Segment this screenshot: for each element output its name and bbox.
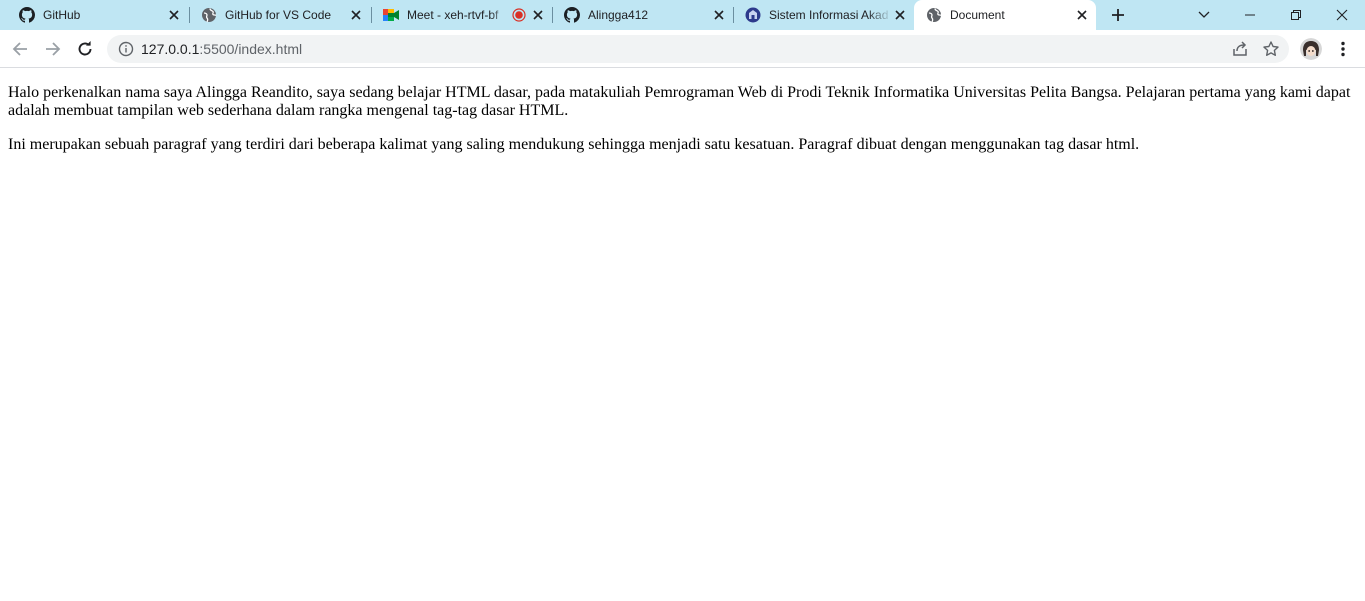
close-icon bbox=[1336, 9, 1348, 21]
profile-avatar[interactable] bbox=[1300, 38, 1322, 60]
bookmark-star-icon[interactable] bbox=[1262, 40, 1280, 58]
google-meet-icon bbox=[383, 7, 399, 23]
menu-button[interactable] bbox=[1335, 40, 1351, 58]
tab-search-button[interactable] bbox=[1181, 0, 1227, 30]
tab-strip: GitHub GitHub for VS Code Meet - xeh-rtv… bbox=[0, 0, 1365, 30]
restore-button[interactable] bbox=[1273, 0, 1319, 30]
paragraph-definition: Ini merupakan sebuah paragraf yang terdi… bbox=[8, 136, 1140, 153]
tab-sistem-informasi[interactable]: Sistem Informasi Akad bbox=[726, 0, 914, 30]
url-path: :5500/index.html bbox=[199, 41, 303, 57]
close-tab-icon[interactable] bbox=[892, 7, 908, 23]
university-logo-icon bbox=[745, 7, 761, 23]
paragraph-intro: Halo perkenalkan nama saya Alingga Reand… bbox=[8, 84, 1351, 119]
close-window-button[interactable] bbox=[1319, 0, 1365, 30]
new-tab-button[interactable] bbox=[1108, 5, 1128, 25]
globe-icon bbox=[926, 7, 942, 23]
url-host: 127.0.0.1 bbox=[141, 41, 200, 57]
tab-title: Document bbox=[950, 8, 1005, 22]
forward-button[interactable] bbox=[42, 38, 64, 60]
more-vert-icon bbox=[1341, 41, 1345, 57]
github-icon bbox=[564, 7, 580, 23]
tab-document[interactable]: Document bbox=[914, 0, 1096, 30]
reload-icon bbox=[78, 41, 92, 56]
back-button[interactable] bbox=[9, 38, 31, 60]
reload-button[interactable] bbox=[74, 38, 96, 60]
arrow-right-icon bbox=[46, 42, 61, 56]
tab-title: Sistem Informasi Akad bbox=[769, 8, 889, 22]
recording-indicator-icon bbox=[512, 8, 526, 22]
arrow-left-icon bbox=[12, 42, 27, 56]
url-text[interactable]: 127.0.0.1:5500/index.html bbox=[141, 41, 302, 57]
share-icon[interactable] bbox=[1231, 40, 1249, 58]
tab-title: GitHub bbox=[43, 8, 81, 22]
tab-title: GitHub for VS Code bbox=[225, 8, 332, 22]
browser-toolbar: 127.0.0.1:5500/index.html bbox=[0, 30, 1365, 68]
close-tab-icon[interactable] bbox=[530, 7, 546, 23]
page-viewport: Halo perkenalkan nama saya Alingga Reand… bbox=[0, 69, 1365, 601]
tab-github[interactable]: GitHub bbox=[0, 0, 188, 30]
info-icon[interactable] bbox=[118, 41, 134, 57]
avatar-icon bbox=[1300, 38, 1322, 60]
tab-title: Alingga412 bbox=[588, 8, 649, 22]
close-tab-icon[interactable] bbox=[166, 7, 182, 23]
minimize-button[interactable] bbox=[1227, 0, 1273, 30]
tab-google-meet[interactable]: Meet - xeh-rtvf-bf bbox=[364, 0, 552, 30]
tab-github-for-vscode[interactable]: GitHub for VS Code bbox=[182, 0, 370, 30]
close-tab-icon[interactable] bbox=[348, 7, 364, 23]
globe-icon bbox=[201, 7, 217, 23]
github-icon bbox=[19, 7, 35, 23]
restore-icon bbox=[1291, 10, 1301, 20]
tab-title: Meet - xeh-rtvf-bf bbox=[407, 8, 499, 22]
chevron-down-icon bbox=[1198, 11, 1210, 18]
close-tab-icon[interactable] bbox=[1074, 7, 1090, 23]
tab-alingga412[interactable]: Alingga412 bbox=[545, 0, 733, 30]
address-bar[interactable]: 127.0.0.1:5500/index.html bbox=[107, 35, 1289, 63]
minimize-icon bbox=[1245, 14, 1255, 16]
plus-icon bbox=[1112, 9, 1124, 21]
close-tab-icon[interactable] bbox=[711, 7, 727, 23]
